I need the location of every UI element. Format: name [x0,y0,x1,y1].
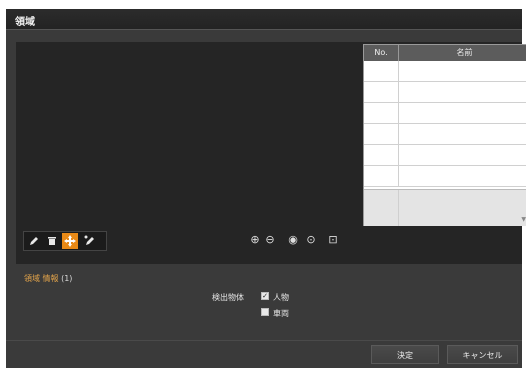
ok-button[interactable]: 決定 [371,345,439,364]
zoom-in-icon[interactable]: ⊕ [249,234,261,246]
zoom-out-icon[interactable]: ⊖ [264,234,276,246]
footer-divider [6,340,522,341]
trash-icon[interactable] [44,233,60,249]
fullscreen-icon[interactable]: ⊡ [327,234,339,246]
detection-object-label: 検出物体 [212,293,244,302]
pencil-icon[interactable] [26,233,42,249]
column-header-no: No. [364,45,399,61]
table-row[interactable] [364,166,526,187]
dialog-title: 領域 [15,17,35,28]
region-dialog: 領域 No. 名前 ▼ ⊕ ⊖ ◉ ⊙ ⊡ 領域 情報 (1) 検出物体 ✓ 人… [6,9,526,368]
table-row[interactable] [364,124,526,145]
table-row[interactable] [364,145,526,166]
region-info-title: 領域 情報 (1) [24,273,72,284]
move-icon[interactable] [62,233,78,249]
vehicle-label: 車両 [273,309,289,318]
video-viewer[interactable]: No. 名前 ▼ ⊕ ⊖ ◉ ⊙ ⊡ [16,42,526,264]
table-footer-row: ▼ [364,189,526,226]
scroll-down-icon[interactable]: ▼ [521,216,526,223]
person-label: 人物 [273,293,289,302]
edit-vertex-icon[interactable] [82,233,98,249]
table-row[interactable] [364,82,526,103]
column-header-name: 名前 [456,48,473,57]
region-count: (1) [61,274,73,283]
zoom-controls: ⊕ ⊖ ◉ ⊙ ⊡ [249,234,359,248]
person-checkbox[interactable]: ✓ [261,292,269,300]
table-row[interactable] [364,103,526,124]
target-icon[interactable]: ⊙ [305,234,317,246]
region-table: No. 名前 ▼ [363,44,526,226]
zoom-fit-icon[interactable]: ◉ [287,234,299,246]
drawing-toolbar [23,231,107,251]
title-bar: 領域 [6,9,522,30]
table-header: No. 名前 [364,45,526,61]
vehicle-checkbox[interactable] [261,308,269,316]
table-row[interactable] [364,61,526,82]
cancel-button[interactable]: キャンセル [447,345,518,364]
region-info-label: 領域 情報 [24,274,59,283]
